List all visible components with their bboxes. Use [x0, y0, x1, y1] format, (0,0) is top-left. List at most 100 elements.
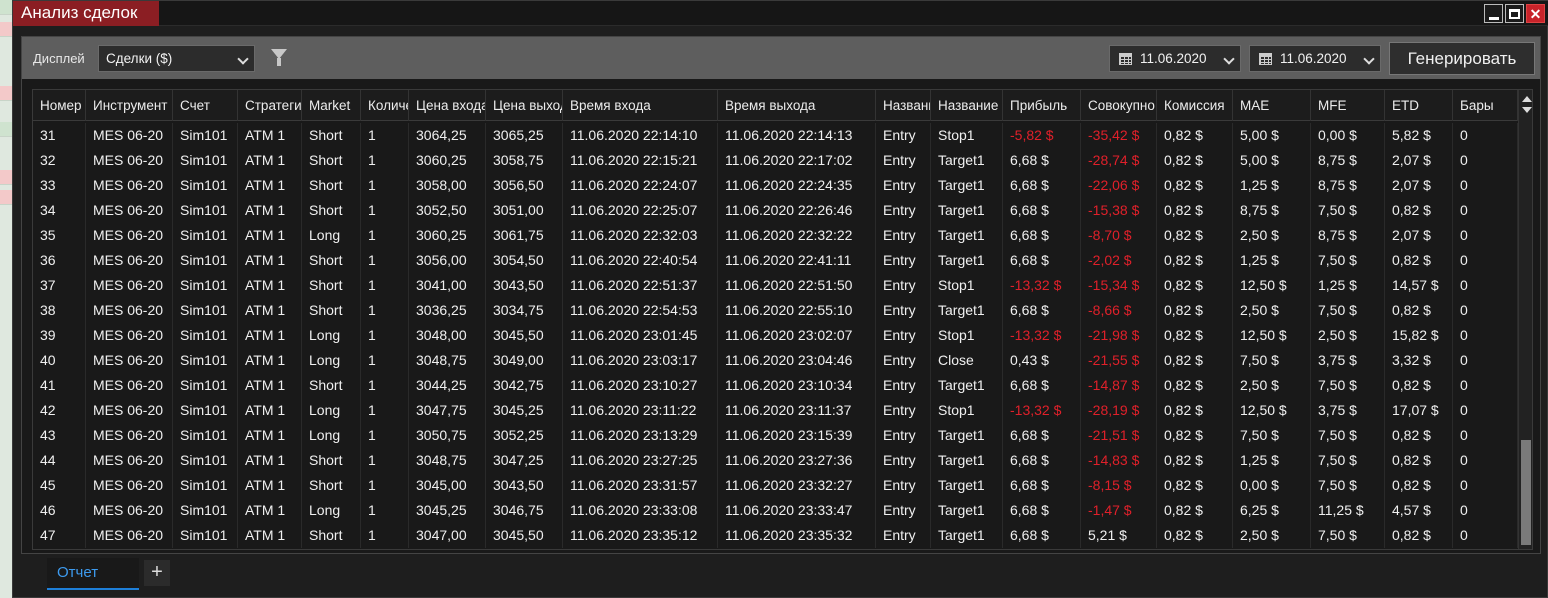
- cell-bars: 0: [1453, 448, 1518, 473]
- table-row[interactable]: 44 MES 06-20 Sim101 ATM 1 Short 1 3048,75 3047,…: [33, 448, 1518, 473]
- cell-commission: 0,82 $: [1157, 373, 1233, 398]
- cell-exit-name: Target1: [931, 198, 1003, 223]
- scroll-up-icon[interactable]: [1522, 96, 1532, 102]
- table-row[interactable]: 46 MES 06-20 Sim101 ATM 1 Long 1 3045,25 3046,7…: [33, 498, 1518, 523]
- cell-mae: 5,00 $: [1233, 123, 1311, 148]
- cell-bars: 0: [1453, 273, 1518, 298]
- table-row[interactable]: 33 MES 06-20 Sim101 ATM 1 Short 1 3058,00 3056,…: [33, 173, 1518, 198]
- column-header-entry-time[interactable]: Время входа: [563, 90, 718, 121]
- display-select[interactable]: Сделки ($): [98, 45, 255, 72]
- table-row[interactable]: 45 MES 06-20 Sim101 ATM 1 Short 1 3045,00 3043,…: [33, 473, 1518, 498]
- table-row[interactable]: 34 MES 06-20 Sim101 ATM 1 Short 1 3052,50 3051,…: [33, 198, 1518, 223]
- generate-button[interactable]: Генерировать: [1389, 42, 1535, 75]
- column-header-cumulative[interactable]: Совокупно: [1081, 90, 1157, 121]
- cell-account: Sim101: [173, 223, 238, 248]
- column-header-mae[interactable]: MAE: [1233, 90, 1311, 121]
- cell-bars: 0: [1453, 298, 1518, 323]
- column-header-exit-time[interactable]: Время выхода: [718, 90, 876, 121]
- table-row[interactable]: 40 MES 06-20 Sim101 ATM 1 Long 1 3048,75 3049,0…: [33, 348, 1518, 373]
- scroll-down-icon[interactable]: [1522, 107, 1532, 113]
- table-row[interactable]: 42 MES 06-20 Sim101 ATM 1 Long 1 3047,75 3045,2…: [33, 398, 1518, 423]
- title-bar[interactable]: Анализ сделок ✕: [13, 1, 1548, 26]
- cell-num: 42: [33, 398, 86, 423]
- cell-exit-price: 3058,75: [486, 148, 563, 173]
- cell-mfe: 3,75 $: [1311, 348, 1385, 373]
- table-row[interactable]: 38 MES 06-20 Sim101 ATM 1 Short 1 3036,25 3034,…: [33, 298, 1518, 323]
- column-header-commission[interactable]: Комиссия: [1157, 90, 1233, 121]
- cell-etd: 0,82 $: [1385, 298, 1453, 323]
- table-row[interactable]: 37 MES 06-20 Sim101 ATM 1 Short 1 3041,00 3043,…: [33, 273, 1518, 298]
- cell-exit-time: 11.06.2020 23:15:39: [718, 423, 876, 448]
- cell-entry-name: Entry: [876, 223, 931, 248]
- cell-account: Sim101: [173, 523, 238, 548]
- column-header-num[interactable]: Номер: [33, 90, 86, 121]
- table-row[interactable]: 43 MES 06-20 Sim101 ATM 1 Long 1 3050,75 3052,2…: [33, 423, 1518, 448]
- cell-exit-time: 11.06.2020 23:32:27: [718, 473, 876, 498]
- column-header-market[interactable]: Market: [302, 90, 361, 121]
- cell-instrument: MES 06-20: [86, 373, 173, 398]
- cell-cumulative: -21,98 $: [1081, 323, 1157, 348]
- cell-entry-price: 3041,00: [409, 273, 486, 298]
- column-header-mfe[interactable]: MFE: [1311, 90, 1385, 121]
- add-tab-button[interactable]: +: [144, 560, 170, 586]
- column-header-exit-name[interactable]: Название выхода: [931, 90, 1003, 121]
- date-from-picker[interactable]: 11.06.2020: [1109, 45, 1241, 72]
- column-header-instrument[interactable]: Инструмент: [86, 90, 173, 121]
- cell-exit-name: Stop1: [931, 398, 1003, 423]
- cell-account: Sim101: [173, 273, 238, 298]
- cell-exit-name: Stop1: [931, 323, 1003, 348]
- tab-report[interactable]: Отчет: [47, 558, 139, 590]
- date-to-value: 11.06.2020: [1280, 51, 1347, 66]
- maximize-button[interactable]: [1505, 4, 1524, 23]
- cell-strategy: ATM 1: [238, 223, 302, 248]
- column-header-entry-price[interactable]: Цена входа: [409, 90, 486, 121]
- cell-exit-price: 3061,75: [486, 223, 563, 248]
- close-button[interactable]: ✕: [1526, 4, 1545, 23]
- cell-market: Long: [302, 323, 361, 348]
- table-row[interactable]: 39 MES 06-20 Sim101 ATM 1 Long 1 3048,00 3045,5…: [33, 323, 1518, 348]
- column-header-strategy[interactable]: Стратегия: [238, 90, 302, 121]
- column-header-profit[interactable]: Прибыль: [1003, 90, 1081, 121]
- cell-num: 46: [33, 498, 86, 523]
- cell-instrument: MES 06-20: [86, 148, 173, 173]
- filter-icon[interactable]: [271, 49, 287, 66]
- table-row[interactable]: 36 MES 06-20 Sim101 ATM 1 Short 1 3056,00 3054,…: [33, 248, 1518, 273]
- cell-instrument: MES 06-20: [86, 173, 173, 198]
- cell-num: 40: [33, 348, 86, 373]
- column-header-etd[interactable]: ETD: [1385, 90, 1453, 121]
- column-header-bars[interactable]: Бары: [1453, 90, 1518, 121]
- minimize-button[interactable]: [1484, 4, 1503, 23]
- date-to-picker[interactable]: 11.06.2020: [1249, 45, 1381, 72]
- column-header-exit-price[interactable]: Цена выхода: [486, 90, 563, 121]
- column-header-entry-name[interactable]: Название входа: [876, 90, 931, 121]
- table-row[interactable]: 35 MES 06-20 Sim101 ATM 1 Long 1 3060,25 3061,7…: [33, 223, 1518, 248]
- cell-exit-price: 3043,50: [486, 273, 563, 298]
- table-row[interactable]: 32 MES 06-20 Sim101 ATM 1 Short 1 3060,25 3058,…: [33, 148, 1518, 173]
- cell-exit-time: 11.06.2020 22:17:02: [718, 148, 876, 173]
- cell-commission: 0,82 $: [1157, 473, 1233, 498]
- cell-market: Short: [302, 248, 361, 273]
- cell-profit: 6,68 $: [1003, 248, 1081, 273]
- table-row[interactable]: 31 MES 06-20 Sim101 ATM 1 Short 1 3064,25 3065,…: [33, 123, 1518, 148]
- cell-instrument: MES 06-20: [86, 498, 173, 523]
- column-header-account[interactable]: Счет: [173, 90, 238, 121]
- cell-commission: 0,82 $: [1157, 398, 1233, 423]
- cell-mae: 5,00 $: [1233, 148, 1311, 173]
- cell-num: 39: [33, 323, 86, 348]
- cell-entry-price: 3060,25: [409, 223, 486, 248]
- cell-mae: 12,50 $: [1233, 273, 1311, 298]
- cell-exit-name: Close: [931, 348, 1003, 373]
- scrollbar-thumb[interactable]: [1521, 440, 1531, 545]
- column-header-qty[interactable]: Количество: [361, 90, 409, 121]
- table-row[interactable]: 41 MES 06-20 Sim101 ATM 1 Short 1 3044,25 3042,…: [33, 373, 1518, 398]
- cell-exit-price: 3034,75: [486, 298, 563, 323]
- date-from-value: 11.06.2020: [1140, 51, 1207, 66]
- cell-exit-name: Stop1: [931, 123, 1003, 148]
- cell-market: Long: [302, 498, 361, 523]
- cell-commission: 0,82 $: [1157, 173, 1233, 198]
- cell-profit: 6,68 $: [1003, 173, 1081, 198]
- table-row[interactable]: 47 MES 06-20 Sim101 ATM 1 Short 1 3047,00 3045,…: [33, 523, 1518, 548]
- vertical-scrollbar[interactable]: [1518, 90, 1532, 549]
- cell-commission: 0,82 $: [1157, 298, 1233, 323]
- cell-bars: 0: [1453, 348, 1518, 373]
